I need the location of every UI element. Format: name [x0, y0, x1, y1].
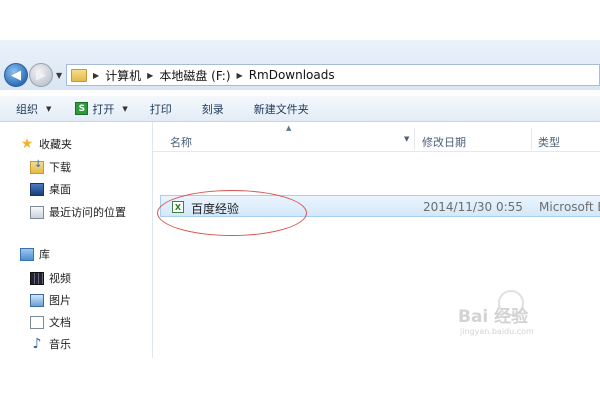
column-divider[interactable] — [414, 128, 415, 150]
download-folder-icon — [30, 159, 44, 174]
breadcrumb-drive[interactable]: 本地磁盘 (F:) — [159, 67, 230, 84]
column-name[interactable]: 名称 — [170, 134, 192, 150]
history-dropdown-icon[interactable]: ▼ — [56, 71, 62, 80]
nav-item-documents[interactable]: 文档 — [30, 314, 71, 330]
nav-label: 下载 — [49, 161, 71, 174]
open-icon: S — [75, 102, 89, 115]
print-button[interactable]: 打印 — [150, 101, 172, 117]
column-divider[interactable] — [531, 128, 532, 150]
watermark-url: jingyan.baidu.com — [460, 327, 534, 336]
breadcrumb-separator-icon[interactable]: ▶ — [93, 71, 99, 80]
breadcrumb-separator-icon[interactable]: ▶ — [147, 71, 153, 80]
organize-label: 组织 — [16, 102, 38, 116]
folder-icon — [71, 68, 87, 82]
address-field[interactable]: ▶ 计算机 ▶ 本地磁盘 (F:) ▶ RmDownloads — [66, 64, 600, 86]
burn-button[interactable]: 刻录 — [202, 101, 224, 117]
breadcrumb-folder[interactable]: RmDownloads — [249, 68, 335, 82]
picture-icon — [30, 293, 44, 307]
star-icon: ★ — [20, 135, 34, 152]
navigation-pane: ★ 收藏夹 下载 桌面 最近访问的位置 库 视频 图片 文档 — [0, 122, 153, 358]
document-icon — [30, 315, 44, 329]
organize-button[interactable]: 组织 ▼ — [16, 101, 51, 117]
recent-places-icon — [30, 205, 44, 219]
address-bar-area: ◀ ▶ ▼ ▶ 计算机 ▶ 本地磁盘 (F:) ▶ RmDownloads — [0, 40, 600, 90]
nav-label: 图片 — [49, 294, 71, 307]
nav-label: 音乐 — [49, 338, 71, 351]
nav-item-music[interactable]: ♪ 音乐 — [30, 336, 71, 352]
file-list-pane: ▲ 名称 ▼ 修改日期 类型 X 百度经验 2014/11/30 0:55 Mi… — [153, 122, 600, 358]
sort-arrow-icon: ▲ — [286, 124, 292, 132]
breadcrumb-computer[interactable]: 计算机 — [105, 67, 141, 84]
open-label: 打开 — [92, 102, 115, 116]
video-icon — [30, 271, 44, 285]
nav-item-pictures[interactable]: 图片 — [30, 292, 71, 308]
forward-button[interactable]: ▶ — [29, 63, 53, 87]
column-modified[interactable]: 修改日期 — [422, 134, 466, 150]
column-header: ▲ 名称 ▼ 修改日期 类型 — [153, 122, 600, 152]
nav-item-libraries[interactable]: 库 — [20, 246, 50, 262]
music-note-icon: ♪ — [32, 335, 42, 352]
library-icon — [20, 247, 34, 261]
new-folder-label: 新建文件夹 — [253, 102, 309, 116]
chevron-down-icon: ▼ — [122, 104, 128, 113]
nav-item-desktop[interactable]: 桌面 — [30, 181, 71, 197]
watermark-brand: Bai 经验 — [458, 307, 529, 327]
nav-label: 视频 — [49, 272, 71, 285]
nav-label: 库 — [39, 248, 50, 261]
annotation-circle — [157, 190, 307, 236]
open-button[interactable]: S 打开 ▼ — [75, 101, 128, 117]
chevron-down-icon[interactable]: ▼ — [404, 135, 409, 143]
new-folder-button[interactable]: 新建文件夹 — [254, 101, 309, 117]
nav-item-videos[interactable]: 视频 — [30, 270, 71, 286]
command-bar: 组织 ▼ S 打开 ▼ 打印 刻录 新建文件夹 — [0, 96, 600, 122]
back-button[interactable]: ◀ — [4, 63, 28, 87]
chevron-down-icon: ▼ — [46, 104, 52, 113]
nav-item-downloads[interactable]: 下载 — [30, 159, 71, 175]
nav-item-recent[interactable]: 最近访问的位置 — [30, 204, 126, 220]
breadcrumb-separator-icon[interactable]: ▶ — [237, 71, 243, 80]
print-label: 打印 — [149, 102, 172, 116]
nav-label: 桌面 — [49, 183, 71, 196]
burn-label: 刻录 — [201, 102, 224, 116]
nav-label: 收藏夹 — [39, 138, 72, 151]
nav-label: 最近访问的位置 — [49, 206, 126, 219]
file-modified: 2014/11/30 0:55 — [423, 200, 523, 214]
nav-item-favorites[interactable]: ★ 收藏夹 — [20, 136, 72, 152]
file-type: Microsoft E — [539, 200, 600, 214]
desktop-icon — [30, 182, 44, 196]
column-type[interactable]: 类型 — [538, 134, 560, 150]
nav-label: 文档 — [49, 316, 71, 329]
